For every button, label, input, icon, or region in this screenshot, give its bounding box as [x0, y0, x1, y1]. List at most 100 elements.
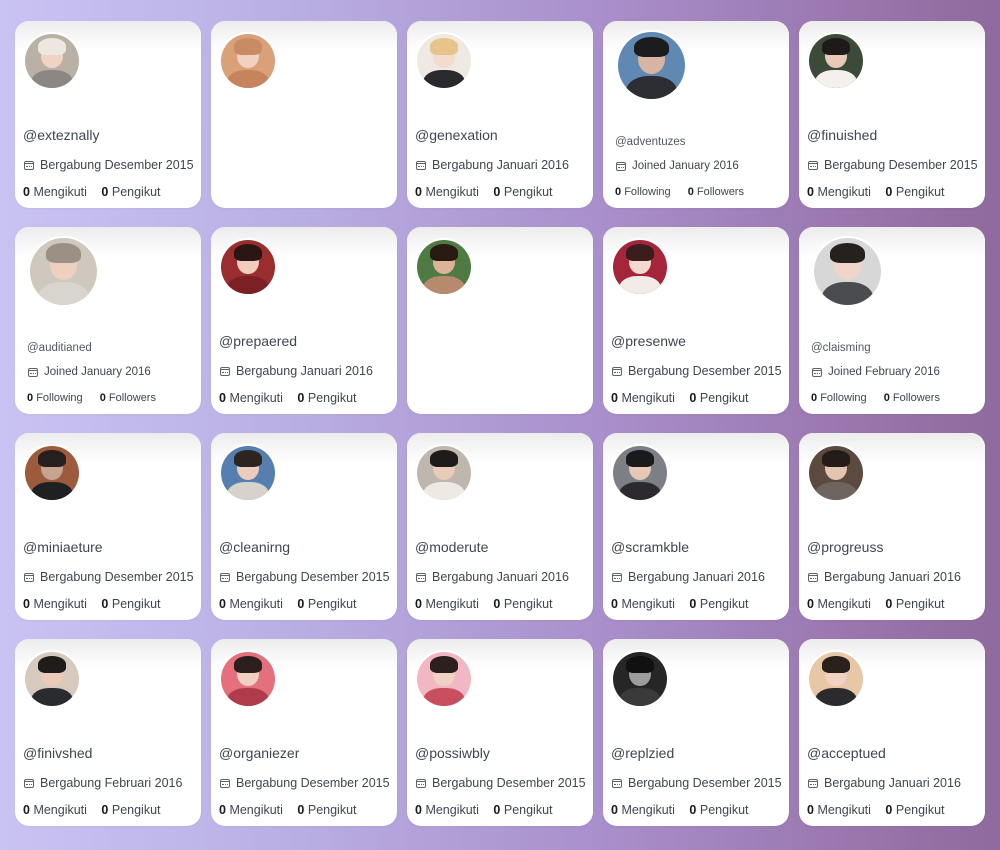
following-count[interactable]: 0 Mengikuti — [23, 597, 87, 611]
username[interactable]: @organiezer — [219, 745, 299, 761]
following-count[interactable]: 0 Mengikuti — [415, 803, 479, 817]
following-count[interactable]: 0 Mengikuti — [807, 597, 871, 611]
following-count[interactable]: 0 Mengikuti — [611, 597, 675, 611]
followers-count[interactable]: 0 Pengikut — [885, 185, 944, 199]
join-date: Joined February 2016 — [812, 366, 940, 378]
avatar[interactable] — [415, 32, 473, 90]
profile-card[interactable]: @miniaeture Bergabung Desember 2015 0 Me… — [15, 433, 201, 620]
profile-card[interactable]: @adventuzes Joined January 2016 0 Follow… — [603, 21, 789, 208]
profile-card[interactable]: @cleanirng Bergabung Desember 2015 0 Men… — [211, 433, 397, 620]
followers-count[interactable]: 0 Pengikut — [689, 803, 748, 817]
avatar[interactable] — [23, 444, 81, 502]
username[interactable]: @miniaeture — [23, 539, 103, 555]
following-count[interactable]: 0 Following — [615, 186, 671, 198]
join-date: Bergabung Januari 2016 — [220, 364, 373, 378]
username[interactable]: @finuished — [807, 127, 877, 143]
profile-card[interactable]: @prepaered Bergabung Januari 2016 0 Meng… — [211, 227, 397, 414]
username[interactable]: @possiwbly — [415, 745, 490, 761]
following-count[interactable]: 0 Mengikuti — [611, 391, 675, 405]
join-date-text: Bergabung Desember 2015 — [40, 570, 194, 584]
profile-card[interactable]: @progreuss Bergabung Januari 2016 0 Meng… — [799, 433, 985, 620]
following-count[interactable]: 0 Mengikuti — [415, 597, 479, 611]
profile-card[interactable] — [407, 227, 593, 414]
followers-count[interactable]: 0 Pengikut — [297, 803, 356, 817]
avatar[interactable] — [23, 32, 81, 90]
avatar[interactable] — [219, 650, 277, 708]
followers-count[interactable]: 0 Pengikut — [297, 391, 356, 405]
following-count[interactable]: 0 Mengikuti — [415, 185, 479, 199]
avatar[interactable] — [415, 238, 473, 296]
followers-count[interactable]: 0 Pengikut — [885, 597, 944, 611]
followers-count[interactable]: 0 Pengikut — [101, 803, 160, 817]
username[interactable]: @replzied — [611, 745, 674, 761]
username[interactable]: @prepaered — [219, 333, 297, 349]
username[interactable]: @exteznally — [23, 127, 99, 143]
profile-card[interactable]: @presenwe Bergabung Desember 2015 0 Meng… — [603, 227, 789, 414]
following-count[interactable]: 0 Mengikuti — [23, 185, 87, 199]
username[interactable]: @acceptued — [807, 745, 886, 761]
avatar[interactable] — [807, 650, 865, 708]
profile-card[interactable]: @scramkble Bergabung Januari 2016 0 Meng… — [603, 433, 789, 620]
profile-card[interactable]: @acceptued Bergabung Januari 2016 0 Meng… — [799, 639, 985, 826]
avatar[interactable] — [23, 650, 81, 708]
profile-card[interactable]: @finivshed Bergabung Februari 2016 0 Men… — [15, 639, 201, 826]
profile-card[interactable]: @possiwbly Bergabung Desember 2015 0 Men… — [407, 639, 593, 826]
avatar[interactable] — [415, 444, 473, 502]
username[interactable]: @adventuzes — [615, 136, 686, 148]
avatar[interactable] — [807, 444, 865, 502]
following-count[interactable]: 0 Following — [811, 392, 867, 404]
username[interactable]: @moderute — [415, 539, 488, 555]
following-count[interactable]: 0 Mengikuti — [219, 391, 283, 405]
avatar[interactable] — [219, 444, 277, 502]
avatar[interactable] — [415, 650, 473, 708]
following-count[interactable]: 0 Mengikuti — [807, 803, 871, 817]
followers-count[interactable]: 0 Pengikut — [885, 803, 944, 817]
avatar[interactable] — [219, 32, 277, 90]
followers-count[interactable]: 0 Pengikut — [689, 391, 748, 405]
profile-card[interactable]: @auditianed Joined January 2016 0 Follow… — [15, 227, 201, 414]
followers-count[interactable]: 0 Pengikut — [493, 597, 552, 611]
profile-card[interactable]: @genexation Bergabung Januari 2016 0 Men… — [407, 21, 593, 208]
username[interactable]: @auditianed — [27, 342, 92, 354]
username[interactable]: @progreuss — [807, 539, 883, 555]
username[interactable]: @scramkble — [611, 539, 689, 555]
following-count[interactable]: 0 Mengikuti — [807, 185, 871, 199]
username[interactable]: @finivshed — [23, 745, 92, 761]
following-count[interactable]: 0 Following — [27, 392, 83, 404]
avatar[interactable] — [807, 32, 865, 90]
following-count[interactable]: 0 Mengikuti — [611, 803, 675, 817]
avatar[interactable] — [812, 236, 883, 307]
following-count[interactable]: 0 Mengikuti — [23, 803, 87, 817]
avatar[interactable] — [219, 238, 277, 296]
avatar[interactable] — [611, 444, 669, 502]
follow-stats: 0 Mengikuti 0 Pengikut — [23, 597, 161, 611]
username[interactable]: @presenwe — [611, 333, 686, 349]
followers-count[interactable]: 0 Pengikut — [493, 803, 552, 817]
followers-count[interactable]: 0 Pengikut — [297, 597, 356, 611]
followers-count[interactable]: 0 Followers — [884, 392, 940, 404]
followers-count[interactable]: 0 Pengikut — [101, 185, 160, 199]
join-date-text: Joined January 2016 — [44, 366, 151, 378]
followers-count[interactable]: 0 Pengikut — [101, 597, 160, 611]
followers-count[interactable]: 0 Pengikut — [493, 185, 552, 199]
followers-count[interactable]: 0 Pengikut — [689, 597, 748, 611]
username[interactable]: @genexation — [415, 127, 498, 143]
profile-card[interactable] — [211, 21, 397, 208]
following-count[interactable]: 0 Mengikuti — [219, 803, 283, 817]
profile-card[interactable]: @moderute Bergabung Januari 2016 0 Mengi… — [407, 433, 593, 620]
profile-card[interactable]: @finuished Bergabung Desember 2015 0 Men… — [799, 21, 985, 208]
profile-card[interactable]: @organiezer Bergabung Desember 2015 0 Me… — [211, 639, 397, 826]
username[interactable]: @cleanirng — [219, 539, 290, 555]
join-date-text: Bergabung Desember 2015 — [40, 158, 194, 172]
followers-count[interactable]: 0 Followers — [100, 392, 156, 404]
profile-card[interactable]: @exteznally Bergabung Desember 2015 0 Me… — [15, 21, 201, 208]
avatar[interactable] — [616, 30, 687, 101]
profile-card[interactable]: @replzied Bergabung Desember 2015 0 Meng… — [603, 639, 789, 826]
avatar[interactable] — [611, 238, 669, 296]
avatar[interactable] — [611, 650, 669, 708]
following-count[interactable]: 0 Mengikuti — [219, 597, 283, 611]
avatar[interactable] — [28, 236, 99, 307]
profile-card[interactable]: @claisming Joined February 2016 0 Follow… — [799, 227, 985, 414]
followers-count[interactable]: 0 Followers — [688, 186, 744, 198]
username[interactable]: @claisming — [811, 342, 871, 354]
